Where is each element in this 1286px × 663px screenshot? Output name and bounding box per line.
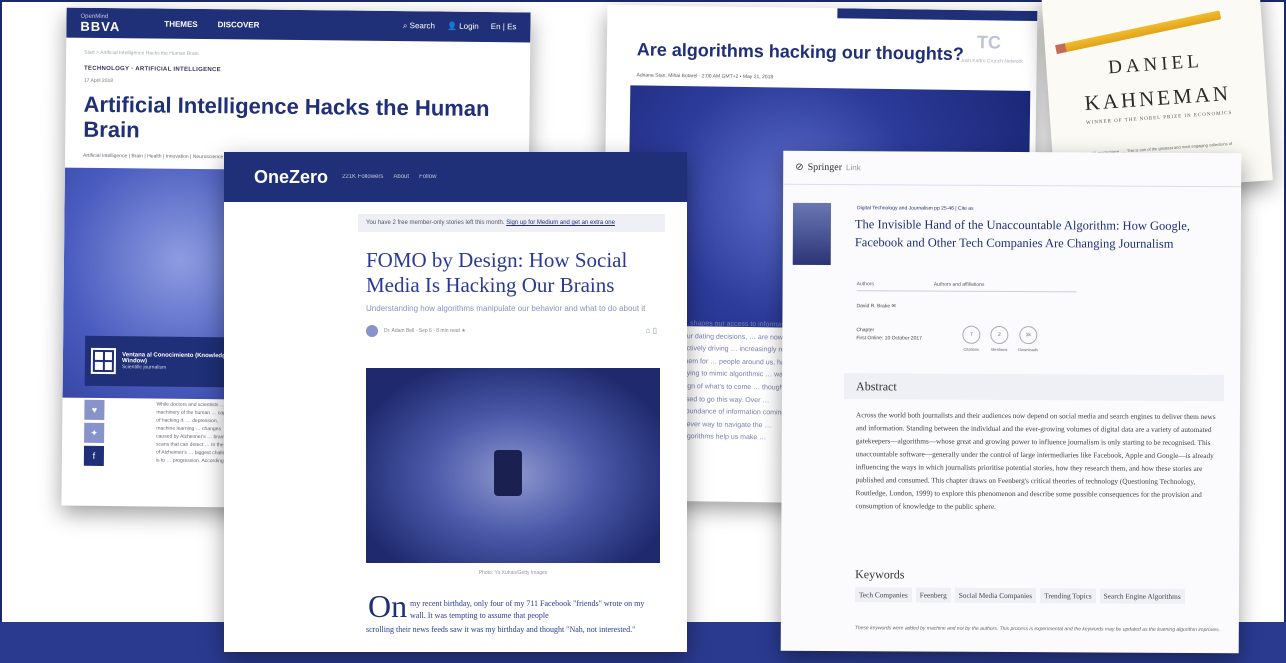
drop-cap: On bbox=[368, 588, 408, 624]
metrics: 7 Citations 2 Mentions 1k Downloads bbox=[962, 325, 1038, 352]
nav-themes[interactable]: THEMES bbox=[164, 19, 197, 28]
bbva-nav: OpenMind BBVA THEMES DISCOVER ⌕ Search 👤… bbox=[66, 7, 531, 43]
springer-link-label: Link bbox=[846, 163, 861, 173]
keyword-chip[interactable]: Tech Companies bbox=[854, 587, 912, 603]
onezero-logo[interactable]: OneZero bbox=[254, 167, 328, 188]
springer-brand[interactable]: Springer bbox=[808, 162, 843, 173]
lead-paragraph-cont: scrolling their news feeds saw it was my… bbox=[366, 625, 636, 634]
lead-paragraph: my recent birthday, only four of my 711 … bbox=[410, 599, 645, 620]
nav-login[interactable]: 👤 Login bbox=[447, 22, 479, 32]
about-link[interactable]: About bbox=[393, 174, 409, 180]
user-icon: 👤 bbox=[446, 21, 458, 31]
phone-icon bbox=[494, 450, 522, 496]
article-subtitle: Understanding how algorithms manipulate … bbox=[366, 304, 646, 314]
metric-value: 7 bbox=[962, 325, 981, 344]
springer-logo-icon: ⊘ bbox=[795, 161, 804, 173]
article-title: FOMO by Design: How Social Media Is Hack… bbox=[366, 248, 628, 298]
facebook-icon[interactable]: f bbox=[83, 445, 105, 466]
keywords-note: These keywords were added by machine and… bbox=[854, 625, 1221, 634]
heart-icon[interactable]: ♥ bbox=[84, 399, 105, 421]
tab-authors[interactable]: Authors bbox=[857, 281, 874, 287]
metric-value: 2 bbox=[990, 325, 1009, 344]
nav-language[interactable]: En | Es bbox=[491, 22, 517, 32]
tab-affiliations[interactable]: Authors and affiliations bbox=[934, 282, 985, 288]
book-cover-thumbnail[interactable] bbox=[792, 202, 832, 266]
chapter-title: The Invisible Hand of the Unaccountable … bbox=[854, 217, 1190, 251]
author-name[interactable]: David R. Brake ✉ bbox=[856, 303, 895, 309]
metric-citations[interactable]: 7 Citations bbox=[962, 325, 981, 352]
metric-label: Citations bbox=[963, 346, 980, 352]
onezero-nav: OneZero 221K Followers About Follow bbox=[224, 152, 687, 202]
tc-author: Josh Kaltro Crunch Network bbox=[960, 57, 1023, 65]
metric-downloads[interactable]: 1k Downloads bbox=[1018, 326, 1038, 352]
pencil-icon bbox=[1062, 10, 1222, 53]
chapter-info: Chapter First Online: 10 October 2017 bbox=[856, 327, 922, 342]
article-title: Artificial Intelligence Hacks the Human … bbox=[83, 91, 490, 143]
photo-credit: Photo: Yu Xuhao/Getty Images bbox=[478, 570, 548, 576]
onezero-article-screenshot: OneZero 221K Followers About Follow You … bbox=[224, 152, 687, 652]
follow-button[interactable]: Follow bbox=[419, 174, 436, 180]
keyword-chip[interactable]: Feenberg bbox=[915, 587, 951, 603]
chapter-label: Chapter bbox=[856, 327, 875, 334]
abstract-text: Across the world both journalists and th… bbox=[855, 410, 1216, 511]
metric-label: Mentions bbox=[991, 346, 1008, 352]
keyword-chip[interactable]: Trending Topics bbox=[1040, 588, 1096, 604]
keywords-heading: Keywords bbox=[855, 567, 905, 582]
search-icon: ⌕ bbox=[402, 21, 408, 31]
metric-mentions[interactable]: 2 Mentions bbox=[990, 325, 1009, 352]
person-with-phone-photo bbox=[366, 368, 660, 563]
first-online: First Online: 10 October 2017 bbox=[856, 334, 922, 342]
bookmark-icon[interactable]: ⌂ ▯ bbox=[646, 326, 657, 335]
signup-link[interactable]: Sign up for Medium and get an extra one bbox=[506, 220, 615, 226]
window-logo-icon bbox=[90, 347, 117, 375]
keyword-chip[interactable]: Social Media Companies bbox=[954, 587, 1037, 604]
followers-count: 221K Followers bbox=[342, 174, 384, 180]
notice-text: You have 2 free member-only stories left… bbox=[366, 220, 505, 226]
nav-search[interactable]: ⌕ Search bbox=[403, 21, 435, 31]
techcrunch-logo: TC bbox=[976, 32, 1002, 53]
nav-login-label: Login bbox=[459, 21, 479, 31]
springer-header: ⊘ Springer Link bbox=[783, 150, 1242, 188]
springer-chapter-screenshot: ⊘ Springer Link Digital Technology and J… bbox=[780, 150, 1242, 654]
meta-text: Dr. Adam Bell · Sep 6 · 8 min read ★ bbox=[384, 327, 466, 334]
bbva-brand-sup: OpenMind bbox=[80, 13, 109, 20]
avatar[interactable] bbox=[366, 324, 378, 337]
member-notice: You have 2 free member-only stories left… bbox=[358, 214, 665, 232]
metric-label: Downloads bbox=[1018, 347, 1039, 353]
nav-discover[interactable]: DISCOVER bbox=[218, 20, 260, 29]
bbva-logo: BBVA bbox=[80, 18, 121, 34]
source-line[interactable]: Digital Technology and Journalism pp 25-… bbox=[857, 205, 974, 212]
author-tabs: Authors Authors and affiliations bbox=[856, 281, 1077, 293]
bbva-brand[interactable]: OpenMind BBVA bbox=[80, 13, 121, 34]
metric-value: 1k bbox=[1019, 326, 1038, 345]
share-bar: ♥ ✦ f bbox=[83, 399, 105, 469]
author-first-name: DANIEL bbox=[1107, 50, 1204, 79]
nav-search-label: Search bbox=[409, 21, 436, 31]
keywords-list: Tech Companies Feenberg Social Media Com… bbox=[854, 587, 1221, 604]
twitter-icon[interactable]: ✦ bbox=[84, 422, 105, 444]
abstract-heading: Abstract bbox=[844, 373, 1225, 402]
article-meta: Dr. Adam Bell · Sep 6 · 8 min read ★ ⌂ ▯ bbox=[224, 315, 687, 337]
keyword-chip[interactable]: Search Engine Algorithms bbox=[1099, 588, 1185, 604]
